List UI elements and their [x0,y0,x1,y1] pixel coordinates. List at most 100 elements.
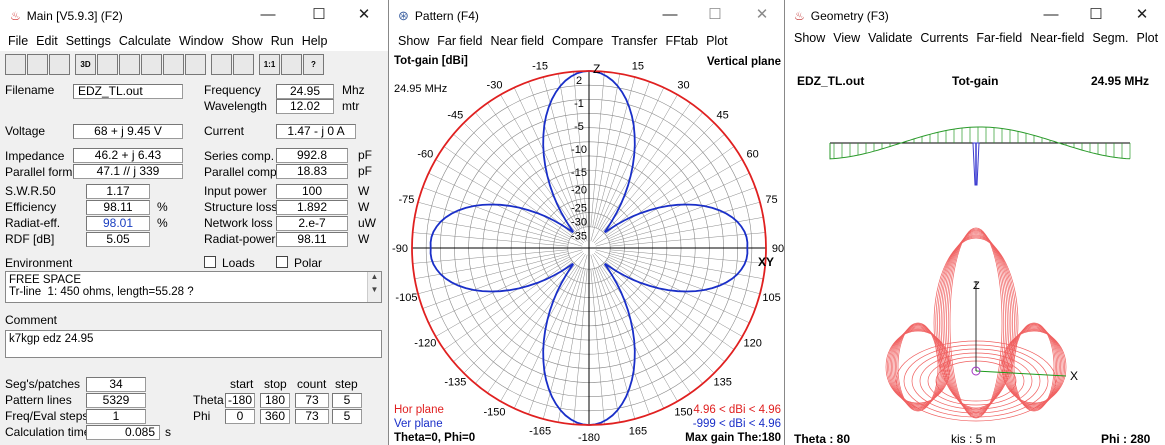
ground-icon[interactable] [119,54,140,75]
menu-show[interactable]: Show [398,34,429,48]
menu-plot[interactable]: Plot [706,34,728,48]
menu-fftab[interactable]: FFtab [665,34,698,48]
network-loss-unit: uW [358,216,376,230]
wavelength-field[interactable]: 12.02 [276,99,334,114]
ring-label: -20 [571,185,587,197]
3d-icon[interactable]: 3D [75,54,96,75]
phi-count-field[interactable]: 73 [295,409,329,424]
menu-calculate[interactable]: Calculate [119,34,171,48]
grid-spoke [610,249,766,264]
structure-loss-field[interactable]: 1.892 [276,200,348,215]
ratio-icon[interactable]: 1:1 [259,54,280,75]
pattern-icon[interactable] [141,54,162,75]
menu-transfer[interactable]: Transfer [611,34,657,48]
menu-settings[interactable]: Settings [66,34,111,48]
pattern-maximize-icon[interactable]: ☐ [705,6,725,26]
menu-far-field[interactable]: Far-field [976,31,1022,45]
parallel-form-field[interactable]: 47.1 // j 339 [73,164,183,179]
voltage-field[interactable]: 68 + j 9.45 V [73,124,183,139]
polar-plot[interactable]: -15 15-30 30-45 45-60 60-75 75-90 90-105 105-12… [390,51,785,445]
geometry-minimize-icon[interactable]: — [1041,6,1061,26]
geometry-maximize-icon[interactable]: ☐ [1086,6,1106,26]
geometry-close-icon[interactable]: ✕ [1132,6,1152,26]
geometry-titlebar: ♨ Geometry (F3) — ☐ ✕ [786,0,1165,31]
bulb-icon[interactable] [49,54,70,75]
minimize-icon[interactable]: — [258,6,278,26]
theta-count-field[interactable]: 73 [295,393,329,408]
scroll-up-icon[interactable]: ▲ [368,272,381,281]
phi-step-field[interactable]: 5 [332,409,362,424]
efficiency-field[interactable]: 98.11 [86,200,150,215]
phi-start-field[interactable]: 0 [225,409,255,424]
frequency-field[interactable]: 24.95 [276,84,334,99]
rdf-label: RDF [dB] [5,232,55,246]
menu-validate[interactable]: Validate [868,31,912,45]
series-comp-unit: pF [358,148,373,162]
menu-help[interactable]: Help [302,34,328,48]
freq-eval-field[interactable]: 1 [86,409,146,424]
menu-edit[interactable]: Edit [36,34,58,48]
grid-spoke [435,251,583,337]
menu-run[interactable]: Run [271,34,294,48]
grid-spoke [463,252,585,374]
pattern-top-right: Vertical plane [707,56,781,68]
radiat-eff-field[interactable]: 98.01 [86,216,150,231]
open-folder-icon[interactable] [5,54,26,75]
geometry-view[interactable]: ZX [786,85,1165,445]
calculator-icon[interactable] [211,54,232,75]
optimize-icon[interactable] [233,54,254,75]
menu-far-field[interactable]: Far field [437,34,482,48]
series-comp-field[interactable]: 992.8 [276,148,348,163]
pattern-lines-field[interactable]: 5329 [86,393,146,408]
pattern-minimize-icon[interactable]: — [660,6,680,26]
menu-view[interactable]: View [833,31,860,45]
theta-stop-field[interactable]: 180 [260,393,290,408]
x-axis-label: X [1070,369,1078,383]
menu-show[interactable]: Show [231,34,262,48]
menu-plot[interactable]: Plot [1137,31,1159,45]
current-field[interactable]: 1.47 - j 0 A [276,124,356,139]
menu-file[interactable]: File [8,34,28,48]
maximize-icon[interactable]: ☐ [309,6,329,26]
polar-checkbox[interactable] [276,256,288,268]
main-title: Main [V5.9.3] (F2) [26,8,123,23]
menu-compare[interactable]: Compare [552,34,603,48]
menu-near-field[interactable]: Near field [490,34,544,48]
menu-near-field[interactable]: Near-field [1030,31,1084,45]
menu-segm[interactable]: Segm. [1092,31,1128,45]
swr-field[interactable]: 1.17 [86,184,150,199]
menu-window[interactable]: Window [179,34,223,48]
scroll-down-icon[interactable]: ▼ [368,285,381,294]
loads-checkbox[interactable] [204,256,216,268]
copy-icon[interactable] [27,54,48,75]
pattern-close-icon[interactable]: ✕ [752,6,772,26]
parallel-comp-field[interactable]: 18.83 [276,164,348,179]
input-power-field[interactable]: 100 [276,184,348,199]
menu-currents[interactable]: Currents [920,31,968,45]
calc-time-field[interactable]: 0.085 [86,425,160,440]
antenna-icon[interactable] [97,54,118,75]
impedance-field[interactable]: 46.2 + j 6.43 [73,148,183,163]
help-icon[interactable]: ? [303,54,324,75]
comment-textarea[interactable]: k7kgp edz 24.95 [5,330,382,358]
environment-scrollbar[interactable]: ▲ ▼ [367,272,381,302]
cube-icon[interactable] [185,54,206,75]
input-power-label: Input power [204,184,267,198]
grid-spoke [542,254,588,420]
filename-field[interactable]: EDZ_TL.out [73,84,183,99]
book-icon[interactable] [281,54,302,75]
theta-step-field[interactable]: 5 [332,393,362,408]
rdf-field[interactable]: 5.05 [86,232,150,247]
close-icon[interactable]: ✕ [354,6,374,26]
geometry-scale: kis : 5 m [951,432,996,445]
hatch-icon[interactable] [163,54,184,75]
menu-show[interactable]: Show [794,31,825,45]
parallel-comp-unit: pF [358,164,373,178]
radiat-power-field[interactable]: 98.11 [276,232,348,247]
network-loss-field[interactable]: 2.e-7 [276,216,348,231]
z-axis-label: Z [973,280,980,292]
theta-start-field[interactable]: -180 [225,393,255,408]
segs-field[interactable]: 34 [86,377,146,392]
environment-textarea[interactable]: FREE SPACE Tr-line 1: 450 ohms, length=5… [5,271,382,303]
phi-stop-field[interactable]: 360 [260,409,290,424]
